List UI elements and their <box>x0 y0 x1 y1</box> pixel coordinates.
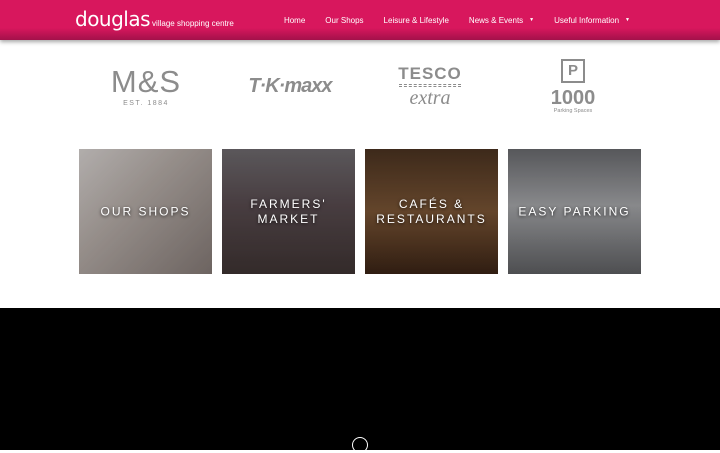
tile-label: EASY PARKING <box>518 204 631 218</box>
tile-label: CAFÉS & RESTAURANTS <box>376 196 487 226</box>
video-section <box>0 308 720 453</box>
site-logo[interactable]: douglas village shopping centre <box>75 9 234 29</box>
tkmaxx-wordmark: T·K·maxx <box>248 74 332 97</box>
nav-item-home[interactable]: Home <box>284 16 305 25</box>
chevron-down-icon: ▼ <box>625 17 630 23</box>
nav-item-news-events[interactable]: News & Events ▼ <box>469 16 534 25</box>
tesco-extra-wordmark: extra <box>409 86 451 109</box>
tile-easy-parking[interactable]: EASY PARKING <box>508 149 641 274</box>
nav-label: News & Events <box>468 15 524 25</box>
chevron-down-icon: ▼ <box>529 17 535 23</box>
nav-label: Our Shops <box>325 15 364 25</box>
parking-icon: P <box>561 58 585 83</box>
nav-item-our-shops[interactable]: Our Shops <box>325 16 363 25</box>
nav-label: Home <box>283 15 306 25</box>
nav-label: Useful Information <box>554 15 620 25</box>
brand-logo-tkmaxx[interactable]: T·K·maxx <box>240 56 340 116</box>
nav-label: Leisure & Lifestyle <box>383 15 449 25</box>
parking-label: Parking Spaces <box>553 107 593 114</box>
brand-logo-tesco-extra[interactable]: TESCO extra <box>392 56 468 116</box>
parking-count: 1000 <box>550 86 596 109</box>
tile-farmers-market[interactable]: FARMERS' MARKET <box>222 149 355 274</box>
site-header: douglas village shopping centre Home Our… <box>0 0 720 40</box>
ms-wordmark: M&S <box>110 63 182 99</box>
main-nav: Home Our Shops Leisure & Lifestyle News … <box>264 0 630 40</box>
tesco-wordmark: TESCO <box>398 63 462 83</box>
tile-our-shops[interactable]: OUR SHOPS <box>79 149 212 274</box>
loading-spinner-icon <box>352 437 368 453</box>
logo-wordmark: douglas <box>75 7 151 31</box>
tile-label: FARMERS' MARKET <box>250 196 327 226</box>
nav-item-useful-information[interactable]: Useful Information ▼ <box>554 16 630 25</box>
logo-tagline: village shopping centre <box>152 19 234 28</box>
ms-established: EST. 1884 <box>123 99 169 107</box>
tile-label: OUR SHOPS <box>100 204 191 218</box>
brand-logo-ms[interactable]: M&S EST. 1884 <box>100 56 192 116</box>
parking-info[interactable]: P 1000 Parking Spaces <box>540 56 606 116</box>
nav-item-leisure-lifestyle[interactable]: Leisure & Lifestyle <box>384 16 449 25</box>
tile-cafes-restaurants[interactable]: CAFÉS & RESTAURANTS <box>365 149 498 274</box>
